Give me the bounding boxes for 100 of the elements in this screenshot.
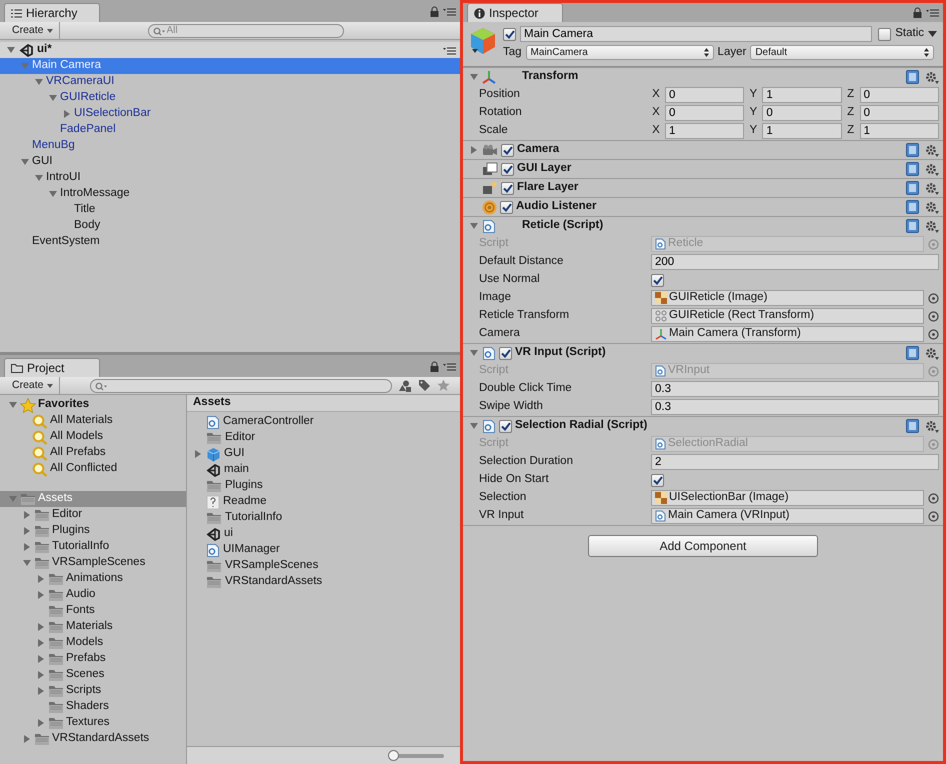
asset-item[interactable]: Plugins xyxy=(187,478,460,494)
expand-arrow-icon[interactable] xyxy=(22,558,32,568)
hierarchy-item[interactable]: GUIReticle xyxy=(0,90,460,106)
gear-icon[interactable] xyxy=(925,70,939,84)
component-title[interactable]: Audio Listener xyxy=(516,200,597,214)
expand-arrow-icon[interactable] xyxy=(36,590,46,600)
hierarchy-item[interactable]: IntroMessage xyxy=(0,186,460,202)
lock-icon[interactable] xyxy=(913,7,922,18)
component-title[interactable]: Transform xyxy=(522,70,578,84)
number-field[interactable]: 0 xyxy=(762,105,842,121)
name-field[interactable]: Main Camera xyxy=(520,26,872,42)
component-title[interactable]: Flare Layer xyxy=(517,181,578,195)
asset-item[interactable]: main xyxy=(187,462,460,478)
checkbox[interactable] xyxy=(499,420,512,432)
folder-item[interactable]: Scenes xyxy=(0,667,186,683)
expand-arrow-icon[interactable] xyxy=(36,718,46,728)
add-component-button[interactable]: Add Component xyxy=(588,535,818,557)
object-field[interactable]: GUIReticle (Rect Transform) xyxy=(651,308,924,324)
number-field[interactable]: 0 xyxy=(665,105,744,121)
hierarchy-item[interactable]: UISelectionBar xyxy=(0,106,460,122)
number-field[interactable]: 0 xyxy=(860,105,939,121)
number-field[interactable]: 1 xyxy=(665,123,744,139)
object-picker-icon[interactable] xyxy=(928,328,939,340)
dropdown[interactable]: Default xyxy=(750,45,934,60)
asset-item[interactable]: Readme xyxy=(187,494,460,510)
text-field[interactable]: 2 xyxy=(651,454,939,470)
expand-arrow-icon[interactable] xyxy=(20,157,30,167)
folder-item[interactable]: VRStandardAssets xyxy=(0,731,186,747)
hierarchy-item[interactable]: VRCameraUI xyxy=(0,74,460,90)
help-icon[interactable] xyxy=(906,200,919,214)
hierarchy-item[interactable]: Title xyxy=(0,202,460,218)
checkbox[interactable] xyxy=(878,28,892,40)
expand-arrow-icon[interactable] xyxy=(469,421,479,431)
tag-icon[interactable] xyxy=(418,379,431,392)
checkbox[interactable] xyxy=(499,346,512,360)
gear-icon[interactable] xyxy=(925,220,939,232)
search-field[interactable] xyxy=(90,378,392,392)
checkbox[interactable] xyxy=(651,274,664,286)
checkbox[interactable] xyxy=(651,474,664,486)
expand-arrow-icon[interactable] xyxy=(62,109,72,119)
expand-arrow-icon[interactable] xyxy=(469,221,479,231)
dropdown[interactable]: MainCamera xyxy=(526,45,714,60)
folder-item[interactable]: Audio xyxy=(0,587,186,603)
expand-arrow-icon[interactable] xyxy=(34,77,44,87)
expand-arrow-icon[interactable] xyxy=(8,400,18,410)
expand-arrow-icon[interactable] xyxy=(48,93,58,103)
expand-arrow-icon[interactable] xyxy=(6,45,16,55)
expand-arrow-icon[interactable] xyxy=(36,638,46,648)
number-field[interactable]: 1 xyxy=(762,123,842,139)
gear-icon[interactable] xyxy=(925,144,939,156)
object-picker-icon[interactable] xyxy=(928,492,939,504)
panel-tab[interactable]: Inspector xyxy=(467,3,563,22)
favorites-header[interactable]: Favorites xyxy=(0,397,186,413)
text-field[interactable]: 0.3 xyxy=(651,381,939,397)
folder-item[interactable]: Materials xyxy=(0,619,186,635)
object-field[interactable]: UISelectionBar (Image) xyxy=(651,490,924,506)
component-title[interactable]: Reticle (Script) xyxy=(522,219,604,233)
checkbox[interactable] xyxy=(501,144,514,156)
help-icon[interactable] xyxy=(906,181,919,195)
asset-item[interactable]: Editor xyxy=(187,430,460,446)
expand-arrow-icon[interactable] xyxy=(22,542,32,552)
menu-icon[interactable] xyxy=(926,8,939,17)
menu-icon[interactable] xyxy=(443,6,456,16)
folder-item[interactable]: Animations xyxy=(0,571,186,587)
expand-arrow-icon[interactable] xyxy=(469,348,479,358)
object-picker-icon[interactable] xyxy=(928,292,939,304)
expand-arrow-icon[interactable] xyxy=(48,189,58,199)
asset-item[interactable]: ui xyxy=(187,526,460,542)
help-icon[interactable] xyxy=(906,143,919,157)
search-field[interactable]: All xyxy=(148,24,344,38)
object-field[interactable]: GUIReticle (Image) xyxy=(651,290,924,306)
folder-item[interactable]: Prefabs xyxy=(0,651,186,667)
favorite-item[interactable]: All Conflicted xyxy=(0,461,186,477)
folder-item[interactable]: Models xyxy=(0,635,186,651)
checkbox[interactable] xyxy=(501,182,514,194)
hierarchy-item[interactable]: FadePanel xyxy=(0,122,460,138)
expand-arrow-icon[interactable] xyxy=(22,510,32,520)
expand-arrow-icon[interactable] xyxy=(34,173,44,183)
hierarchy-item[interactable]: IntroUI xyxy=(0,170,460,186)
asset-item[interactable]: TutorialInfo xyxy=(187,510,460,526)
lock-icon[interactable] xyxy=(430,6,439,16)
help-icon[interactable] xyxy=(906,346,919,360)
asset-item[interactable]: VRSampleScenes xyxy=(187,558,460,574)
expand-arrow-icon[interactable] xyxy=(36,670,46,680)
checkbox[interactable] xyxy=(501,162,514,176)
caret-icon[interactable] xyxy=(928,31,937,37)
star-icon[interactable] xyxy=(437,379,450,392)
folder-item[interactable]: Editor xyxy=(0,507,186,523)
help-icon[interactable] xyxy=(906,219,919,233)
gear-icon[interactable] xyxy=(925,200,939,214)
hierarchy-item[interactable]: GUI xyxy=(0,154,460,170)
folder-item[interactable]: VRSampleScenes xyxy=(0,555,186,571)
expand-arrow-icon[interactable] xyxy=(36,622,46,632)
object-picker-icon[interactable] xyxy=(928,310,939,322)
expand-arrow-icon[interactable] xyxy=(22,526,32,536)
expand-arrow-icon[interactable] xyxy=(469,72,479,82)
create-button[interactable]: Create xyxy=(0,22,60,40)
asset-item[interactable]: UIManager xyxy=(187,542,460,558)
component-title[interactable]: VR Input (Script) xyxy=(515,346,606,360)
folder-item[interactable]: Fonts xyxy=(0,603,186,619)
